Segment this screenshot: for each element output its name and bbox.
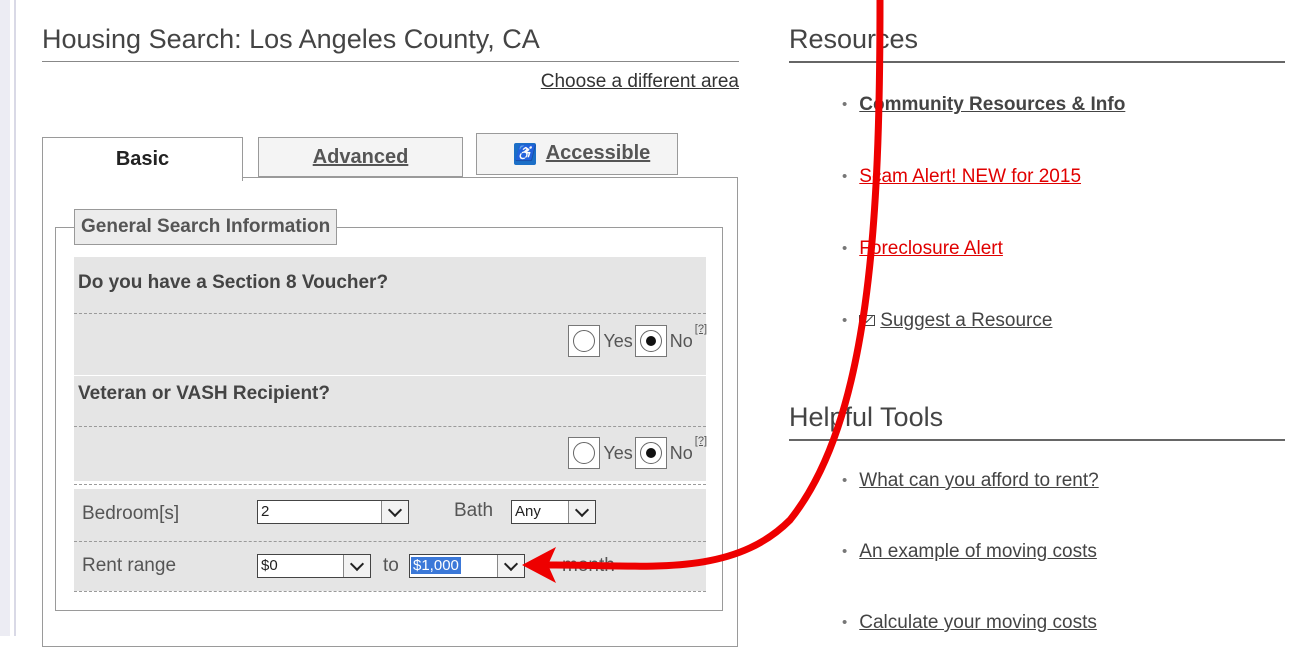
tab-basic-label: Basic	[115, 148, 170, 170]
annotation-arrow	[522, 0, 884, 583]
tab-basic[interactable]: Basic	[42, 137, 243, 181]
